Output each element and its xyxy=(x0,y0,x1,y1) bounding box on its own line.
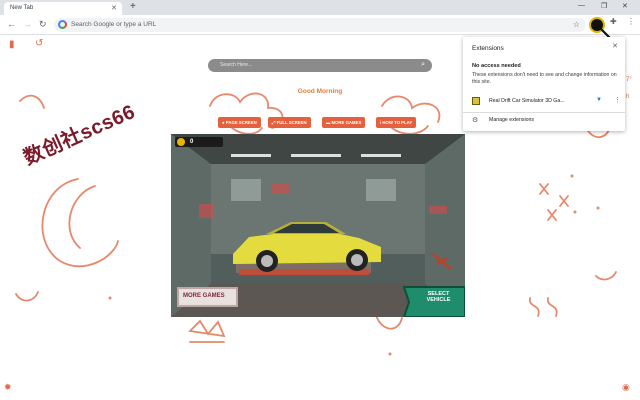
manage-extensions-label: Manage extensions xyxy=(489,117,534,123)
tab-title: New Tab xyxy=(10,5,34,11)
info-badge-icon[interactable]: ◉ xyxy=(622,382,630,393)
search-placeholder: Search Here... xyxy=(220,62,253,68)
extension-name: Real Drift Car Simulator 3D Ga... xyxy=(489,98,565,104)
no-access-description: These extensions don't need to see and c… xyxy=(472,72,617,85)
tab-strip: New Tab ✕ + — ❐ ✕ xyxy=(0,0,640,15)
search-input[interactable]: Search Here... ⌕ xyxy=(208,59,432,72)
coin-icon xyxy=(177,138,185,146)
close-icon[interactable]: ✕ xyxy=(612,42,618,50)
close-window-icon[interactable]: ✕ xyxy=(622,2,628,10)
history-icon[interactable]: ↺ xyxy=(35,38,43,49)
gear-icon: ⚙ xyxy=(472,117,479,124)
bookmark-star-icon[interactable]: ☆ xyxy=(573,20,580,29)
game-canvas[interactable]: 0 MORE GAMES SELECT VEHICLE xyxy=(171,134,465,317)
extension-game-icon xyxy=(472,97,480,105)
more-games-label: MORE GAMES xyxy=(331,120,362,125)
page-screen-button[interactable]: ● PAGE SCREEN xyxy=(218,117,261,128)
more-options-icon[interactable]: ⋮ xyxy=(614,96,621,104)
greeting-text: Good Morning xyxy=(297,88,343,95)
full-screen-label: FULL SCREEN xyxy=(276,120,307,125)
how-to-play-label: HOW TO PLAY xyxy=(382,120,413,125)
temperature-fragment: 7° xyxy=(626,77,632,83)
select-vehicle-line2: VEHICLE xyxy=(426,297,451,303)
new-tab-button[interactable]: + xyxy=(130,1,136,12)
in-game-more-games-button[interactable]: MORE GAMES xyxy=(177,287,238,307)
back-icon[interactable]: ← xyxy=(7,19,16,29)
select-vehicle-button[interactable]: SELECT VEHICLE xyxy=(404,287,465,311)
coin-count: 0 xyxy=(190,139,194,145)
how-to-play-button[interactable]: i HOW TO PLAY xyxy=(376,117,417,128)
reload-icon[interactable]: ↻ xyxy=(39,19,47,30)
browser-toolbar: ← → ↻ Search Google or type a URL ☆ ✚ ⋮ xyxy=(0,15,640,35)
tab-new-tab[interactable]: New Tab ✕ xyxy=(4,2,122,15)
bookmark-icon[interactable]: ▮ xyxy=(9,39,15,50)
weather-fragment: h xyxy=(626,94,630,100)
extensions-title: Extensions xyxy=(472,45,504,52)
coin-counter: 0 xyxy=(175,137,223,147)
forward-icon[interactable]: → xyxy=(23,19,32,29)
more-games-button[interactable]: ▬ MORE GAMES xyxy=(322,117,366,128)
chrome-menu-icon[interactable]: ⋮ xyxy=(627,17,635,26)
in-game-more-games-label: MORE GAMES xyxy=(183,293,225,299)
close-tab-icon[interactable]: ✕ xyxy=(111,4,117,12)
search-icon[interactable]: ⌕ xyxy=(421,61,425,69)
minimize-icon[interactable]: — xyxy=(578,2,585,9)
omnibox-placeholder: Search Google or type a URL xyxy=(71,21,157,28)
pin-icon[interactable]: ▼ xyxy=(596,97,602,103)
full-screen-button[interactable]: ⤢ FULL SCREEN xyxy=(268,117,311,128)
restore-icon[interactable]: ❐ xyxy=(601,2,607,10)
no-access-heading: No access needed xyxy=(472,63,521,69)
extension-item[interactable]: Real Drift Car Simulator 3D Ga... ▼ ⋮ xyxy=(472,97,622,107)
puzzle-icon[interactable]: ✚ xyxy=(610,17,617,26)
page-screen-label: PAGE SCREEN xyxy=(225,120,257,125)
settings-icon[interactable]: ✹ xyxy=(4,382,12,393)
omnibox[interactable]: Search Google or type a URL ☆ xyxy=(54,18,586,32)
google-icon xyxy=(58,20,67,29)
divider xyxy=(463,112,625,113)
extensions-popup: Extensions ✕ No access needed These exte… xyxy=(463,37,625,131)
